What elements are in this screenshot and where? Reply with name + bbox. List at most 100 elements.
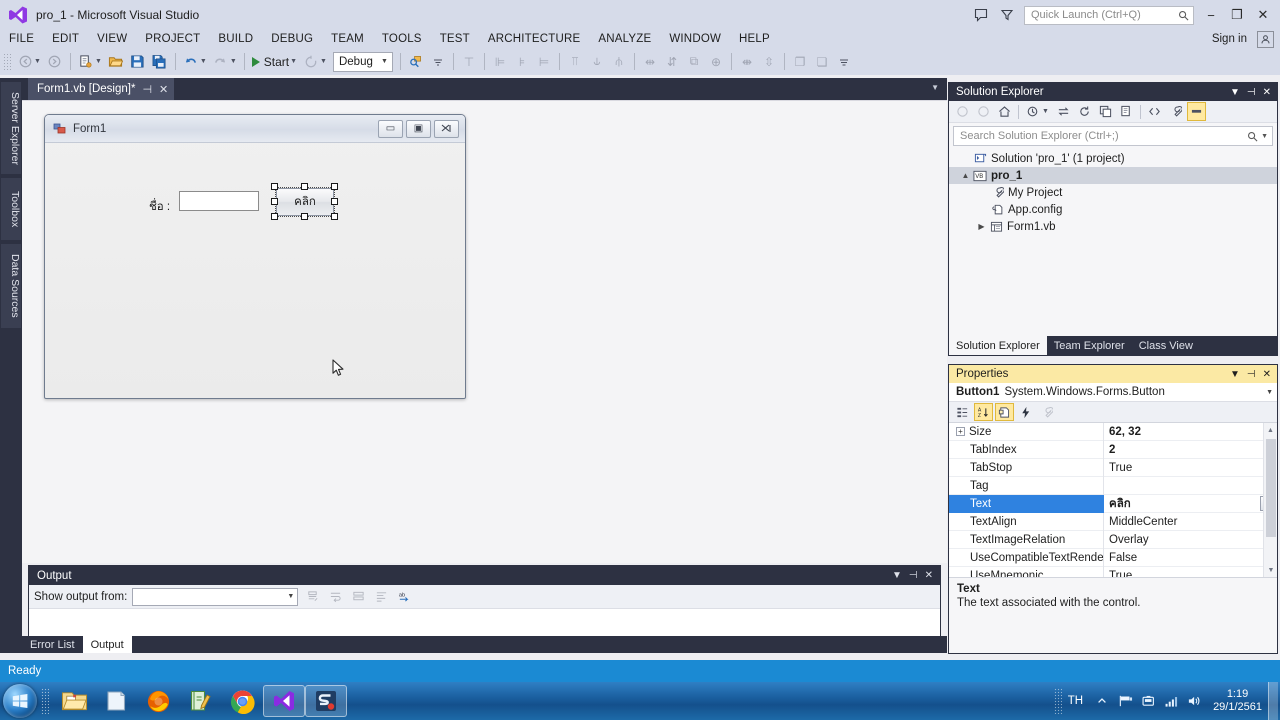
network-signal-icon[interactable] (1161, 691, 1181, 711)
preview-selected-icon[interactable] (1186, 102, 1206, 121)
sidebar-item-toolbox[interactable]: Toolbox (1, 178, 21, 240)
menu-architecture[interactable]: ARCHITECTURE (479, 30, 590, 48)
property-value-cell[interactable]: 62, 32 (1104, 426, 1277, 438)
properties-object-selector[interactable]: Button1 System.Windows.Forms.Button ▼ (949, 383, 1277, 402)
volume-icon[interactable] (1184, 691, 1204, 711)
property-value-cell[interactable]: True (1104, 570, 1277, 578)
find-message-icon[interactable] (372, 588, 390, 606)
chevron-down-icon[interactable]: ▼ (1230, 369, 1240, 380)
center-horizontally-icon[interactable]: ⊕ (705, 51, 727, 73)
winform-maximize-button[interactable]: ▣ (406, 119, 431, 138)
tree-node-form1[interactable]: ▶ Form1.vb (949, 218, 1277, 235)
resize-handle-se[interactable] (331, 213, 338, 220)
property-row-textalign[interactable]: TextAlign MiddleCenter (949, 512, 1277, 531)
resize-handle-e[interactable] (331, 198, 338, 205)
save-icon[interactable] (127, 51, 149, 73)
menu-edit[interactable]: EDIT (43, 30, 88, 48)
properties-grid[interactable]: + Size 62, 32 TabIndex 2 TabStop True Ta… (949, 423, 1277, 577)
align-tops-icon[interactable]: ⫪ (564, 51, 586, 73)
editor-app-icon[interactable] (179, 685, 221, 717)
chevron-down-icon[interactable]: ▼ (1261, 133, 1268, 140)
winform-client-area[interactable]: ชื่อ : คลิก (45, 143, 465, 398)
menu-analyze[interactable]: ANALYZE (589, 30, 660, 48)
property-value-cell[interactable]: คลิก ▼ (1104, 495, 1277, 513)
removable-device-icon[interactable] (1138, 691, 1158, 711)
home-icon[interactable] (995, 102, 1014, 121)
find-icon[interactable] (405, 51, 427, 73)
resize-handle-s[interactable] (301, 213, 308, 220)
file-explorer-icon[interactable] (53, 685, 95, 717)
notepad-icon[interactable] (95, 685, 137, 717)
action-center-icon[interactable] (1115, 691, 1135, 711)
firefox-icon[interactable] (137, 685, 179, 717)
property-row-tag[interactable]: Tag (949, 476, 1277, 495)
pin-icon[interactable]: ⊣ (142, 83, 152, 96)
restart-icon[interactable] (300, 51, 322, 73)
name-label[interactable]: ชื่อ : (149, 198, 170, 216)
bring-to-front-icon[interactable]: ❐ (789, 51, 811, 73)
menu-help[interactable]: HELP (730, 30, 779, 48)
tree-node-solution[interactable]: Solution 'pro_1' (1 project) (949, 150, 1277, 167)
menu-debug[interactable]: DEBUG (262, 30, 322, 48)
sync-icon[interactable] (1054, 102, 1073, 121)
align-right-edges-icon[interactable]: ⊨ (533, 51, 555, 73)
menu-team[interactable]: TEAM (322, 30, 373, 48)
tree-node-project[interactable]: ▲ VB pro_1 (949, 167, 1277, 184)
property-row-usecompatibletextrendering[interactable]: UseCompatibleTextRenderir False (949, 548, 1277, 567)
tab-error-list[interactable]: Error List (22, 636, 83, 653)
click-button[interactable]: คลิก (276, 188, 334, 216)
sign-in-link[interactable]: Sign in (1212, 33, 1247, 45)
clear-all-icon[interactable] (303, 588, 321, 606)
click-button-selection[interactable]: คลิก (271, 183, 339, 221)
go-to-icon[interactable]: ab (395, 588, 413, 606)
new-project-icon[interactable] (75, 51, 97, 73)
language-indicator[interactable]: TH (1068, 695, 1083, 707)
close-icon[interactable]: ✕ (159, 83, 168, 96)
property-row-text[interactable]: Text คลิก ▼ (949, 494, 1277, 513)
properties-icon[interactable] (1166, 102, 1185, 121)
start-debug-button[interactable]: Start (249, 55, 292, 69)
resize-handle-ne[interactable] (331, 183, 338, 190)
tree-node-app-config[interactable]: App.config (949, 201, 1277, 218)
property-row-size[interactable]: + Size 62, 32 (949, 423, 1277, 441)
expand-icon[interactable]: + (956, 427, 965, 436)
tab-output[interactable]: Output (82, 636, 132, 653)
tab-class-view[interactable]: Class View (1132, 336, 1200, 355)
snipping-app-icon[interactable] (305, 685, 347, 717)
alphabetical-icon[interactable]: AZ (974, 403, 993, 421)
restore-button[interactable]: ❐ (1224, 2, 1250, 28)
undo-icon[interactable] (180, 51, 202, 73)
tab-form1-design[interactable]: Form1.vb [Design]* ⊣ ✕ (28, 78, 175, 100)
menu-tools[interactable]: TOOLS (373, 30, 431, 48)
toggle-stack-icon[interactable] (349, 588, 367, 606)
save-all-icon[interactable] (149, 51, 171, 73)
taskbar-grip[interactable] (41, 688, 49, 714)
form-designer-surface[interactable]: Form1 ▭ ▣ ชื่อ : คลิก (22, 100, 947, 563)
align-centers-icon[interactable]: ⊧ (511, 51, 533, 73)
property-row-usemnemonic[interactable]: UseMnemonic True (949, 566, 1277, 578)
close-button[interactable]: ✕ (1250, 2, 1276, 28)
property-row-textimagerelation[interactable]: TextImageRelation Overlay (949, 530, 1277, 549)
open-file-icon[interactable] (105, 51, 127, 73)
sidebar-item-data-sources[interactable]: Data Sources (1, 244, 21, 328)
vertical-spacing-icon[interactable]: ⇳ (758, 51, 780, 73)
resize-handle-nw[interactable] (271, 183, 278, 190)
scroll-up-icon[interactable]: ▲ (1264, 423, 1277, 437)
resize-handle-sw[interactable] (271, 213, 278, 220)
show-output-from-combo[interactable]: ▼ (132, 587, 299, 606)
visual-studio-icon[interactable] (263, 685, 305, 717)
winform-close-button[interactable] (434, 119, 459, 138)
tree-twisty-collapsed[interactable]: ▶ (975, 222, 988, 231)
chrome-icon[interactable] (221, 685, 263, 717)
property-value-cell[interactable]: True (1104, 462, 1277, 474)
toggle-word-wrap-icon[interactable] (326, 588, 344, 606)
property-value-cell[interactable]: Overlay (1104, 534, 1277, 546)
back-icon[interactable] (14, 51, 36, 73)
filter-icon[interactable] (994, 2, 1020, 28)
make-same-height-icon[interactable]: ⇵ (661, 51, 683, 73)
chevron-down-icon[interactable]: ▼ (892, 570, 902, 581)
property-value-cell[interactable]: 2 (1104, 444, 1277, 456)
chevron-down-icon[interactable]: ▼ (1266, 389, 1273, 396)
refresh-icon[interactable] (1075, 102, 1094, 121)
sidebar-item-server-explorer[interactable]: Server Explorer (1, 82, 21, 174)
